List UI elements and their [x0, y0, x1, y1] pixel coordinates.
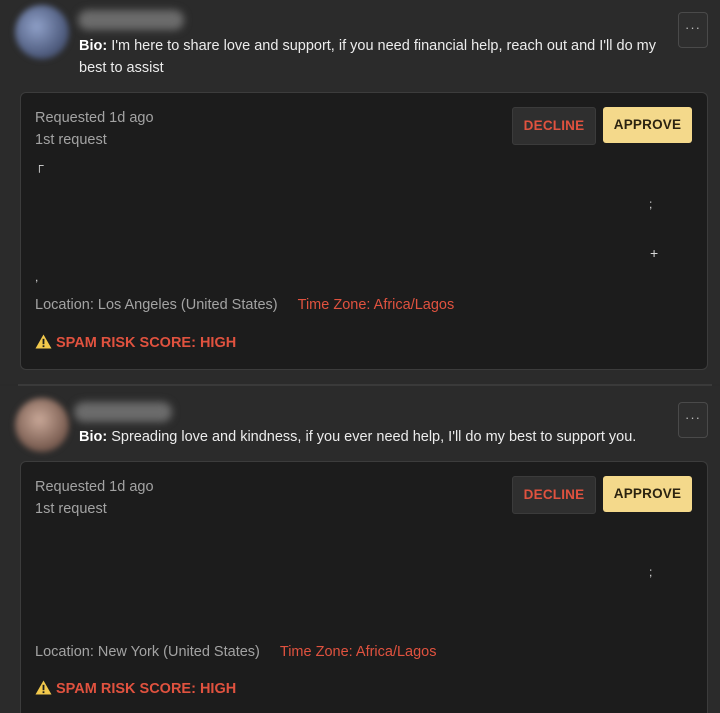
- approve-button[interactable]: APPROVE: [603, 107, 692, 143]
- decline-button[interactable]: DECLINE: [512, 107, 596, 145]
- request-meta: Requested 1d ago 1st request: [35, 107, 154, 151]
- requested-time: Requested 1d ago: [35, 110, 154, 126]
- requester-name-redacted: [78, 10, 184, 30]
- requester-name-redacted: [74, 402, 172, 422]
- spam-risk-text: SPAM RISK SCORE: HIGH: [56, 335, 237, 351]
- spam-risk-text: SPAM RISK SCORE: HIGH: [56, 681, 237, 697]
- bio-text: I'm here to share love and support, if y…: [79, 38, 656, 76]
- image-artifact: ;: [649, 197, 653, 211]
- avatar[interactable]: [15, 5, 69, 59]
- time-zone-text: Time Zone: Africa/Lagos: [279, 644, 437, 660]
- avatar[interactable]: [15, 398, 69, 452]
- more-options-button[interactable]: ···: [678, 12, 708, 48]
- bio-label: Bio:: [79, 38, 108, 54]
- spam-risk-warning: SPAM RISK SCORE: HIGH: [35, 679, 236, 699]
- warning-icon: [35, 334, 52, 349]
- join-request-item: Bio: Spreading love and kindness, if you…: [0, 386, 720, 713]
- request-count: 1st request: [35, 501, 107, 517]
- bio-text: Spreading love and kindness, if you ever…: [111, 429, 637, 445]
- image-artifact: +: [650, 245, 659, 261]
- more-options-button[interactable]: ···: [678, 402, 708, 438]
- request-details-card: Requested 1d ago 1st request DECLINE APP…: [20, 461, 708, 713]
- image-artifact: ┌: [35, 158, 44, 172]
- image-artifact: ,: [35, 270, 39, 284]
- requester-bio: Bio: I'm here to share love and support,…: [79, 35, 679, 79]
- location-row: Location: New York (United States) Time Z…: [35, 642, 437, 662]
- time-zone-text: Time Zone: Africa/Lagos: [297, 297, 455, 313]
- requested-time: Requested 1d ago: [35, 479, 154, 495]
- more-options-icon: ···: [685, 20, 701, 35]
- more-options-icon: ···: [685, 410, 701, 425]
- bio-label: Bio:: [79, 429, 108, 445]
- decline-button[interactable]: DECLINE: [512, 476, 596, 514]
- requester-bio: Bio: Spreading love and kindness, if you…: [79, 426, 679, 448]
- warning-icon: [35, 680, 52, 695]
- request-meta: Requested 1d ago 1st request: [35, 476, 154, 520]
- request-details-card: Requested 1d ago 1st request DECLINE APP…: [20, 92, 708, 370]
- spam-risk-warning: SPAM RISK SCORE: HIGH: [35, 333, 236, 353]
- approve-button[interactable]: APPROVE: [603, 476, 692, 512]
- location-row: Location: Los Angeles (United States) Tim…: [35, 295, 454, 315]
- location-text: Location: Los Angeles (United States): [35, 297, 278, 313]
- image-artifact: ;: [649, 565, 653, 579]
- location-text: Location: New York (United States): [35, 644, 260, 660]
- join-request-item: Bio: I'm here to share love and support,…: [0, 0, 720, 384]
- request-count: 1st request: [35, 132, 107, 148]
- join-requests-feed: Bio: I'm here to share love and support,…: [0, 0, 720, 713]
